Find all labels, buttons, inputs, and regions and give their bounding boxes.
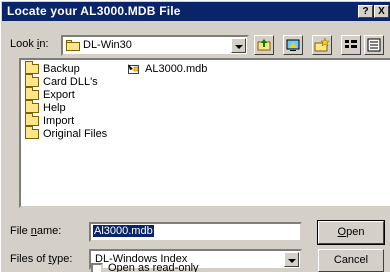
folder-icon	[66, 40, 80, 51]
chevron-down-icon[interactable]	[231, 38, 246, 53]
chevron-down-icon[interactable]	[284, 252, 299, 267]
look-in-value: DL-Win30	[83, 39, 132, 51]
new-folder-icon	[313, 37, 331, 57]
read-only-label[interactable]: Open as read-only	[108, 262, 199, 272]
folder-icon	[25, 87, 39, 100]
title-bar[interactable]: Locate your AL3000.MDB File ? X	[2, 2, 390, 21]
cancel-button[interactable]: Cancel	[318, 249, 384, 272]
file-dialog: Locate your AL3000.MDB File ? X Look in:…	[0, 0, 390, 272]
details-view-icon	[365, 38, 383, 57]
up-folder-icon	[255, 39, 273, 57]
list-view-button[interactable]	[341, 35, 361, 55]
folder-icon	[25, 126, 39, 139]
file-list[interactable]: Backup Card DLL's Export Help Import Ori…	[19, 58, 390, 208]
file-name-label: File name:	[10, 225, 62, 237]
file-name-value: Al3000.mdb	[93, 225, 154, 237]
read-only-checkbox[interactable]	[91, 263, 103, 272]
look-in-combo[interactable]: DL-Win30	[61, 35, 249, 56]
desktop-icon	[284, 39, 302, 57]
file-name-input[interactable]: Al3000.mdb	[89, 222, 302, 242]
close-button[interactable]: X	[374, 5, 389, 18]
folder-icon	[25, 61, 39, 74]
look-in-label: Look in:	[10, 38, 49, 50]
dialog-title: Locate your AL3000.MDB File	[7, 4, 181, 18]
new-folder-button[interactable]	[312, 35, 332, 55]
list-view-icon	[342, 40, 360, 57]
desktop-button[interactable]	[283, 35, 303, 55]
details-view-button[interactable]	[364, 35, 384, 55]
open-button[interactable]: Open	[317, 220, 385, 245]
database-file-icon	[127, 63, 141, 75]
folder-icon	[25, 113, 39, 126]
folder-icon	[25, 74, 39, 87]
folder-icon	[25, 100, 39, 113]
files-of-type-label: Files of type:	[10, 253, 73, 265]
up-folder-button[interactable]	[254, 35, 274, 55]
help-button[interactable]: ?	[358, 5, 373, 18]
